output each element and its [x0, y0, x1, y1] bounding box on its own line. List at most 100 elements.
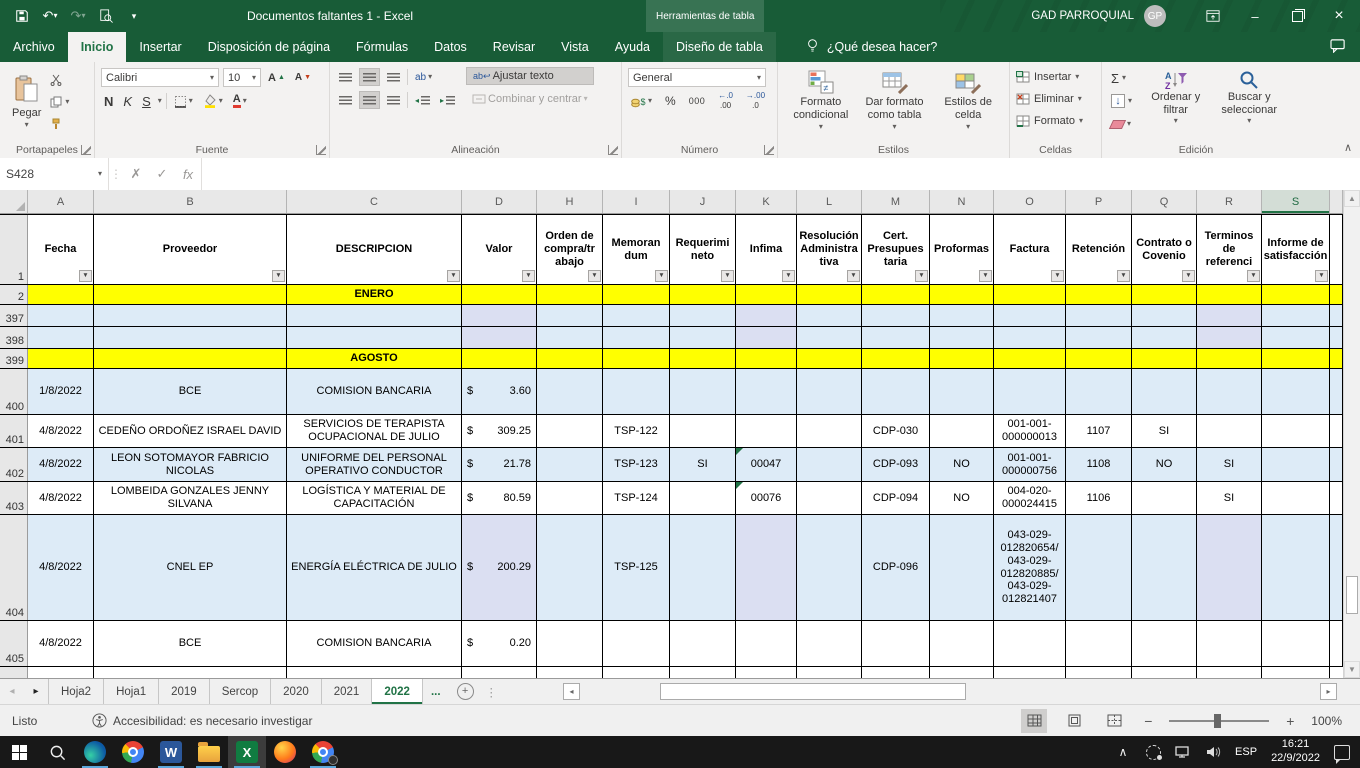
cell-P400[interactable] [1066, 369, 1132, 414]
font-color-button[interactable]: A▾ [230, 92, 250, 110]
qat-customize-icon[interactable]: ▾ [126, 8, 142, 24]
filter-button-N[interactable]: ▼ [979, 270, 992, 282]
cell-O404[interactable]: 043-029-012820654/ 043-029-012820885/ 04… [994, 515, 1066, 620]
sheet-nav-left-icon[interactable]: ◂ [0, 679, 24, 704]
start-button[interactable] [0, 736, 38, 768]
filter-button-R[interactable]: ▼ [1247, 270, 1260, 282]
taskbar-excel-button[interactable]: X [228, 736, 266, 768]
cell-S2[interactable] [1262, 285, 1330, 304]
cell-K398[interactable] [736, 327, 797, 348]
number-format-select[interactable]: General▾ [628, 68, 766, 87]
align-bottom-icon[interactable] [384, 68, 403, 86]
cell-partial-403[interactable] [1330, 482, 1343, 514]
tab-disposici-n-de-p-gina[interactable]: Disposición de página [195, 32, 343, 62]
new-sheet-button[interactable]: + [457, 683, 474, 700]
cell-K404[interactable] [736, 515, 797, 620]
cell-C403[interactable]: LOGÍSTICA Y MATERIAL DE CAPACITACIÓN [287, 482, 462, 514]
cell-R398[interactable] [1197, 327, 1262, 348]
filter-button-D[interactable]: ▼ [522, 270, 535, 282]
cell-J403[interactable] [670, 482, 736, 514]
cell-I404[interactable]: TSP-125 [603, 515, 670, 620]
cell-R401[interactable] [1197, 415, 1262, 447]
cell-A401[interactable]: 4/8/2022 [28, 415, 94, 447]
cell-partial-2[interactable] [1330, 285, 1343, 304]
cell-R403[interactable]: SI [1197, 482, 1262, 514]
zoom-out-icon[interactable]: − [1141, 713, 1155, 729]
avatar[interactable]: GP [1144, 5, 1166, 27]
cell-A397[interactable] [28, 305, 94, 326]
filter-button-M[interactable]: ▼ [915, 270, 928, 282]
header-cell-J[interactable]: Requerimi neto▼ [670, 215, 736, 284]
row-header-[interactable] [0, 667, 28, 678]
shrink-font-icon[interactable]: A▼ [292, 69, 314, 87]
cell-partial-405[interactable] [1330, 621, 1343, 666]
number-dialog-launcher[interactable] [764, 145, 774, 155]
cell-Q401[interactable]: SI [1132, 415, 1197, 447]
zoom-in-icon[interactable]: + [1283, 713, 1297, 729]
cell-C402[interactable]: UNIFORME DEL PERSONAL OPERATIVO CONDUCTO… [287, 448, 462, 481]
align-right-icon[interactable] [384, 91, 403, 109]
cell-C401[interactable]: SERVICIOS DE TERAPISTA OCUPACIONAL DE JU… [287, 415, 462, 447]
cell-J399[interactable] [670, 349, 736, 368]
cell-Q403[interactable] [1132, 482, 1197, 514]
grow-font-icon[interactable]: A▲ [265, 69, 288, 87]
cell-L397[interactable] [797, 305, 862, 326]
comment-icon[interactable] [1330, 39, 1346, 56]
bold-button[interactable]: N [101, 92, 116, 110]
taskbar-firefox-button[interactable] [266, 736, 304, 768]
column-header-K[interactable]: K [736, 190, 797, 213]
zoom-slider[interactable] [1169, 720, 1269, 722]
action-center-icon[interactable] [1334, 744, 1350, 760]
cell-A402[interactable]: 4/8/2022 [28, 448, 94, 481]
header-cell-N[interactable]: Proformas▼ [930, 215, 994, 284]
column-header-H[interactable]: H [537, 190, 603, 213]
comma-style-button[interactable]: 000 [686, 92, 709, 110]
cell-J397[interactable] [670, 305, 736, 326]
vertical-scrollbar[interactable]: ▲ ▼ [1343, 190, 1360, 678]
tab-datos[interactable]: Datos [421, 32, 480, 62]
cell-O399[interactable] [994, 349, 1066, 368]
cell-K2[interactable] [736, 285, 797, 304]
align-top-icon[interactable] [336, 68, 355, 86]
cell-D403[interactable]: $80.59 [462, 482, 537, 514]
column-header-L[interactable]: L [797, 190, 862, 213]
tab-vista[interactable]: Vista [548, 32, 602, 62]
cell-N401[interactable] [930, 415, 994, 447]
cell-L405[interactable] [797, 621, 862, 666]
column-header-Q[interactable]: Q [1132, 190, 1197, 213]
decrease-indent-icon[interactable]: ◂ [412, 91, 433, 109]
filter-button-Q[interactable]: ▼ [1182, 270, 1195, 282]
cell-N405[interactable] [930, 621, 994, 666]
cell-J401[interactable] [670, 415, 736, 447]
row-header-1[interactable]: 1 [0, 215, 28, 284]
column-header-M[interactable]: M [862, 190, 930, 213]
orientation-icon[interactable]: ab▾ [412, 68, 435, 86]
cell-J400[interactable] [670, 369, 736, 414]
header-cell-S[interactable]: Informe de satisfacción▼ [1262, 215, 1330, 284]
clipboard-dialog-launcher[interactable] [81, 145, 91, 155]
sheet-tab-hoja2[interactable]: Hoja2 [48, 679, 104, 704]
tell-me-box[interactable]: ¿Qué desea hacer? [806, 32, 938, 62]
cell-H404[interactable] [537, 515, 603, 620]
underline-button[interactable]: S [139, 92, 154, 110]
cell-Q402[interactable]: NO [1132, 448, 1197, 481]
cell-N402[interactable]: NO [930, 448, 994, 481]
tray-chevron-icon[interactable]: ∧ [1115, 744, 1131, 760]
taskbar-edge-button[interactable] [76, 736, 114, 768]
formula-input[interactable] [201, 158, 1360, 190]
filter-button-J[interactable]: ▼ [721, 270, 734, 282]
format-as-table-button[interactable]: Dar formato como tabla▾ [858, 66, 932, 138]
cell-partial-402[interactable] [1330, 448, 1343, 481]
format-painter-button[interactable] [47, 114, 72, 134]
horizontal-scroll-thumb[interactable] [660, 683, 966, 700]
header-cell-H[interactable]: Orden de compra/tr abajo▼ [537, 215, 603, 284]
column-header-A[interactable]: A [28, 190, 94, 213]
cell-D399[interactable] [462, 349, 537, 368]
cell-S401[interactable] [1262, 415, 1330, 447]
zoom-slider-thumb[interactable] [1214, 714, 1221, 728]
page-layout-view-icon[interactable] [1061, 709, 1087, 733]
cell-R397[interactable] [1197, 305, 1262, 326]
column-header-R[interactable]: R [1197, 190, 1262, 213]
collapse-ribbon-icon[interactable]: ∧ [1344, 141, 1352, 154]
cell-N403[interactable]: NO [930, 482, 994, 514]
